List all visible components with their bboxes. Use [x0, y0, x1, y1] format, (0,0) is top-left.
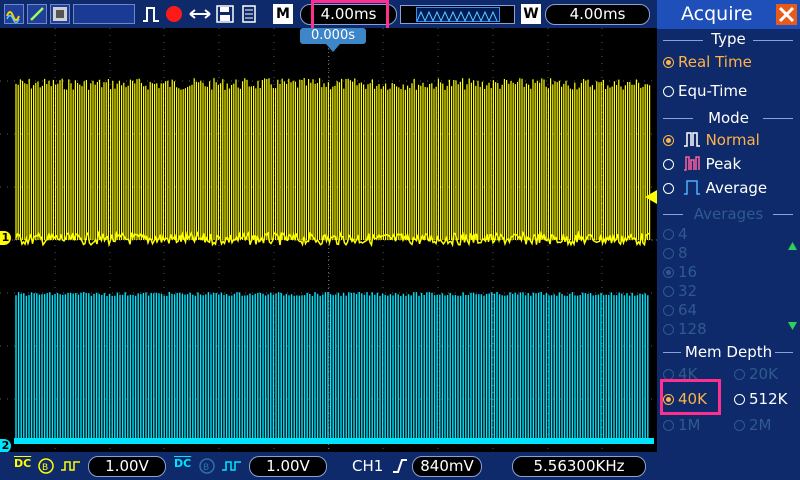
- top-status-bar: M 4.00ms W 4.00ms: [0, 0, 657, 33]
- trigger-position-marker-icon[interactable]: [326, 44, 340, 52]
- scroll-down-icon[interactable]: [788, 322, 797, 330]
- ch1-invert-icon: [61, 461, 80, 471]
- averages-option-128[interactable]: 128: [663, 320, 707, 338]
- menu-title-bar: Acquire: [657, 0, 800, 29]
- svg-text:B: B: [42, 463, 48, 473]
- window-timebase-label: W: [521, 4, 541, 24]
- ch1-pulse-trace: [15, 78, 651, 240]
- status-blank-box: [73, 4, 135, 24]
- radio-icon: [663, 420, 674, 431]
- ch2-scale[interactable]: 1.00V: [249, 456, 327, 477]
- window-indicator: [416, 7, 500, 23]
- ch2-coupling: DC: [174, 457, 192, 470]
- mode-option-peak[interactable]: Peak: [663, 155, 741, 173]
- radio-icon: [663, 86, 674, 97]
- persist-icon[interactable]: [50, 4, 70, 24]
- mem-depth-heading: Mem Depth: [684, 343, 773, 361]
- radio-selected-icon: [663, 267, 674, 278]
- ch1-coupling: DC: [14, 457, 32, 470]
- mem-depth-highlight-box: [660, 379, 721, 415]
- stop-indicator-icon: [166, 6, 182, 22]
- frequency-counter: 5.56300KHz: [512, 456, 646, 477]
- channel-1-waveform: [15, 78, 651, 248]
- auto-icon[interactable]: [4, 4, 24, 24]
- window-timebase-value[interactable]: 4.00ms: [545, 4, 650, 25]
- trigger-source: CH1: [352, 457, 384, 475]
- radio-icon: [663, 159, 674, 170]
- radio-icon: [734, 394, 745, 405]
- bottom-status-bar: DC B 1.00V DC B 1.00V CH1 840mV 5.56300K…: [0, 452, 657, 480]
- rising-edge-icon: [393, 459, 407, 473]
- memory-position-bar[interactable]: [400, 5, 515, 24]
- save-icon[interactable]: [216, 5, 234, 23]
- channel-2-waveform: [14, 292, 654, 444]
- mode-option-normal[interactable]: Normal: [663, 131, 760, 149]
- trigger-offset-label: 0.000s: [300, 28, 366, 44]
- ch2-invert-icon: [222, 461, 241, 471]
- mem-depth-option-20k[interactable]: 20K: [734, 365, 778, 383]
- peak-mode-icon: [683, 156, 700, 171]
- ch2-pulse-trace: [15, 292, 649, 442]
- radio-icon: [734, 369, 745, 380]
- waveform-display: 0.000s 1 2: [0, 28, 657, 453]
- arrows-icon: [189, 9, 211, 19]
- radio-icon: [663, 183, 674, 194]
- ch1-scale[interactable]: 1.00V: [88, 456, 166, 477]
- mem-depth-option-2m[interactable]: 2M: [734, 416, 772, 434]
- main-timebase-label: M: [273, 4, 293, 24]
- trigger-level-marker-icon[interactable]: [645, 190, 657, 204]
- print-icon[interactable]: [240, 5, 258, 23]
- ch2-baseline: [14, 438, 654, 444]
- averages-option-4[interactable]: 4: [663, 225, 688, 243]
- type-option-real-time[interactable]: Real Time: [663, 53, 752, 71]
- ch1-bw-limit-icon: B: [38, 458, 54, 474]
- ch2-bw-limit-icon: B: [199, 458, 215, 474]
- close-icon: [778, 6, 795, 23]
- averages-option-16[interactable]: 16: [663, 263, 697, 281]
- averages-option-8[interactable]: 8: [663, 244, 688, 262]
- waveform-canvas: [0, 28, 657, 452]
- radio-selected-icon: [663, 135, 674, 146]
- menu-title: Acquire: [681, 3, 753, 25]
- radio-icon: [734, 420, 745, 431]
- draw-mode-icon[interactable]: [27, 4, 47, 24]
- averages-option-64[interactable]: 64: [663, 301, 697, 319]
- svg-text:B: B: [203, 463, 209, 473]
- acquire-menu: Acquire Type Real Time Equ-Time Mode Nor…: [657, 0, 800, 480]
- scroll-up-icon[interactable]: [788, 242, 797, 250]
- radio-icon: [663, 229, 674, 240]
- radio-icon: [663, 248, 674, 259]
- mode-option-average[interactable]: Average: [663, 179, 767, 197]
- close-button[interactable]: [776, 4, 797, 25]
- radio-icon: [663, 324, 674, 335]
- radio-icon: [663, 305, 674, 316]
- radio-selected-icon: [663, 57, 674, 68]
- averages-heading: Averages: [693, 205, 764, 223]
- type-heading: Type: [711, 30, 746, 48]
- mem-depth-option-1m[interactable]: 1M: [663, 416, 701, 434]
- type-option-equ-time[interactable]: Equ-Time: [663, 82, 747, 100]
- trigger-level[interactable]: 840mV: [412, 456, 482, 477]
- mem-depth-option-512k[interactable]: 512K: [734, 390, 787, 408]
- averages-option-32[interactable]: 32: [663, 282, 697, 300]
- average-mode-icon: [683, 180, 700, 195]
- radio-icon: [663, 286, 674, 297]
- normal-mode-icon: [683, 132, 700, 147]
- trigger-pulse-icon: [143, 7, 159, 22]
- mode-heading: Mode: [708, 109, 749, 127]
- waveform-preview-icon: [416, 10, 498, 23]
